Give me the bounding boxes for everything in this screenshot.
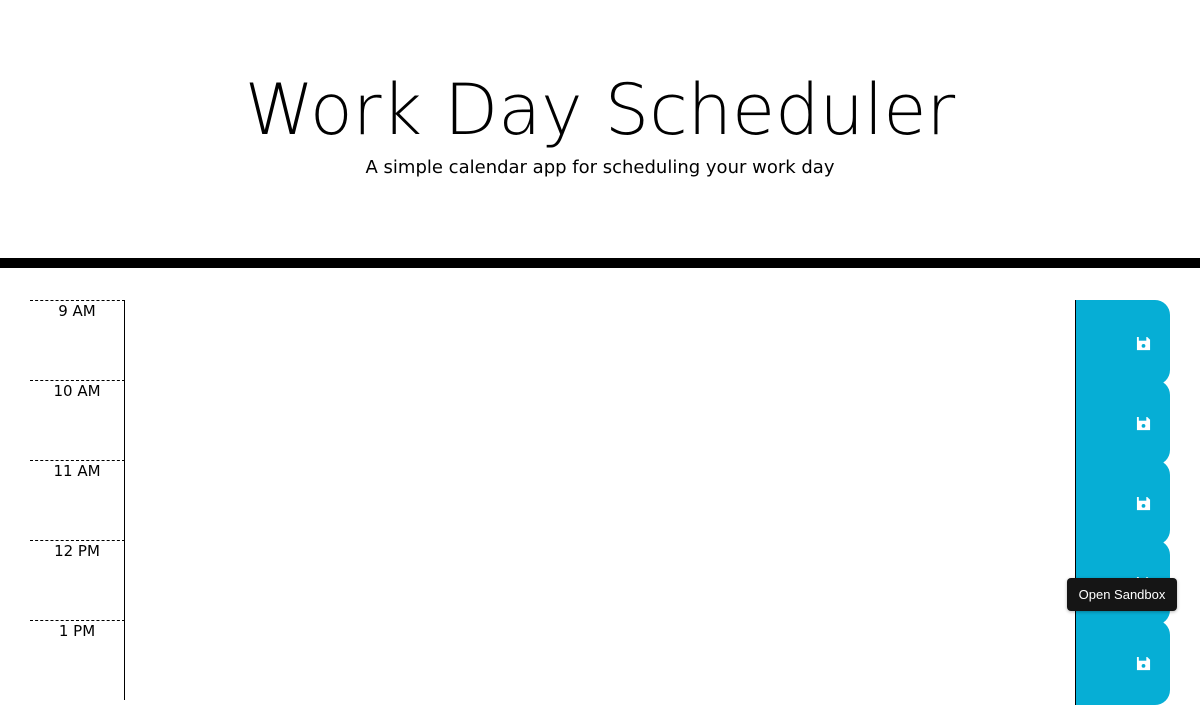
hour-label: 10 AM	[30, 380, 125, 460]
timeblock-row: 11 AM	[0, 460, 1200, 545]
timeblock-container: 9 AM 10 AM 11 AM 12 PM 1 PM	[0, 300, 1200, 705]
open-sandbox-button[interactable]: Open Sandbox	[1067, 578, 1177, 611]
event-description-input[interactable]	[126, 540, 1075, 620]
hour-label: 11 AM	[30, 460, 125, 540]
event-description-input[interactable]	[126, 380, 1075, 460]
page-subtitle: A simple calendar app for scheduling you…	[365, 157, 835, 178]
save-button[interactable]	[1075, 620, 1170, 705]
hour-label: 9 AM	[30, 300, 125, 380]
floppy-disk-icon	[1136, 336, 1151, 351]
header: Work Day Scheduler A simple calendar app…	[0, 0, 1200, 258]
header-divider	[0, 258, 1200, 268]
save-button[interactable]	[1075, 380, 1170, 465]
floppy-disk-icon	[1136, 656, 1151, 671]
timeblock-row: 10 AM	[0, 380, 1200, 465]
hour-label: 1 PM	[30, 620, 125, 700]
timeblock-row: 1 PM	[0, 620, 1200, 705]
hour-label: 12 PM	[30, 540, 125, 620]
floppy-disk-icon	[1136, 496, 1151, 511]
event-description-input[interactable]	[126, 300, 1075, 380]
floppy-disk-icon	[1136, 416, 1151, 431]
event-description-input[interactable]	[126, 460, 1075, 540]
page-title: Work Day Scheduler	[244, 69, 956, 151]
event-description-input[interactable]	[126, 620, 1075, 700]
save-button[interactable]	[1075, 460, 1170, 545]
timeblock-row: 12 PM	[0, 540, 1200, 625]
timeblock-row: 9 AM	[0, 300, 1200, 385]
save-button[interactable]	[1075, 300, 1170, 385]
